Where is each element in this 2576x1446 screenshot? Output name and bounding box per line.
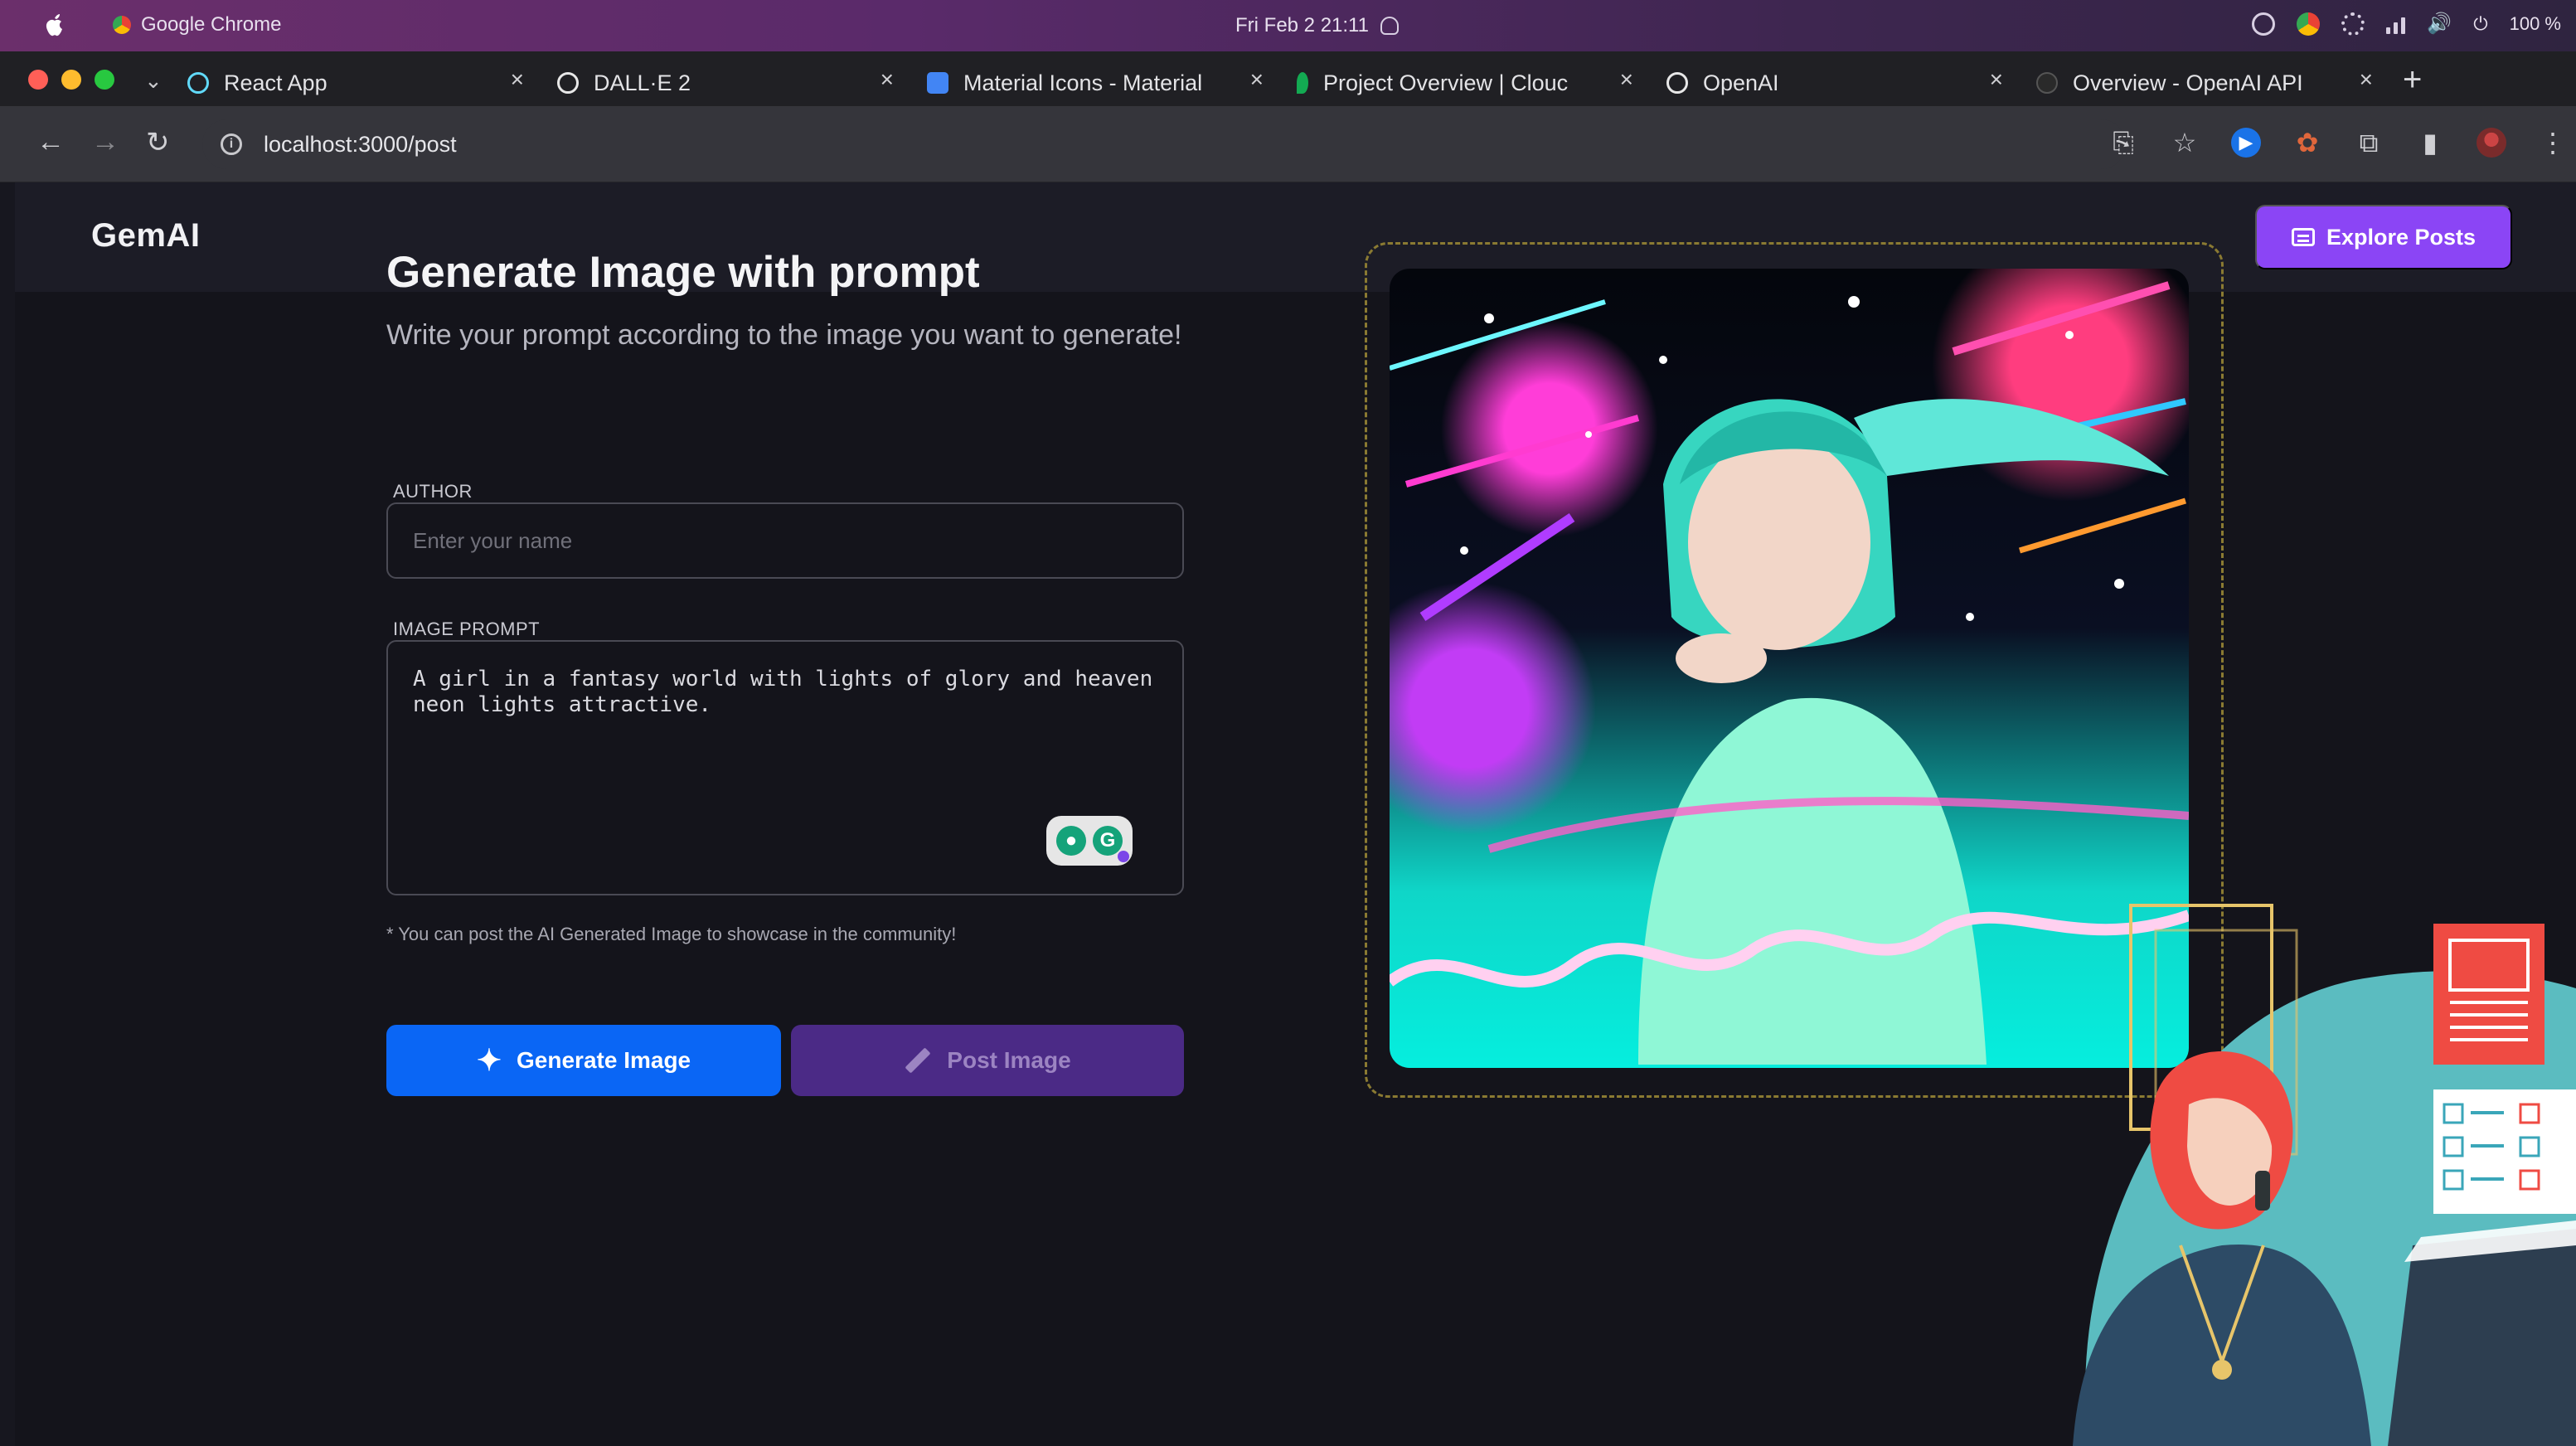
author-input[interactable]: [386, 502, 1184, 579]
app-logo[interactable]: GemAI: [91, 217, 200, 255]
tab-title: Overview - OpenAI API: [2073, 70, 2303, 95]
minimize-window-button[interactable]: [61, 70, 81, 90]
side-panel-icon[interactable]: ▮: [2415, 128, 2445, 158]
site-info-icon[interactable]: i: [221, 133, 242, 155]
apple-icon[interactable]: [43, 12, 66, 38]
tab-dalle[interactable]: DALL·E 2 ×: [557, 60, 905, 106]
screen: Google Chrome Fri Feb 2 21:11 🔊 ⏻ 100 % …: [0, 0, 2576, 1446]
profile-avatar[interactable]: [2477, 128, 2506, 158]
checklist-icon: [2433, 1089, 2576, 1214]
grammarly-widget[interactable]: ● G: [1046, 816, 1133, 866]
tab-title: DALL·E 2: [594, 70, 691, 95]
mongodb-favicon-icon: [1297, 72, 1308, 94]
menu-clock[interactable]: Fri Feb 2 21:11: [1235, 14, 1399, 37]
react-favicon-icon: [187, 72, 209, 94]
toolbar-actions: ⎘ ☆ ▶ ✿ ⧉ ▮ ⋮: [2108, 128, 2568, 158]
openai-favicon-icon: [557, 72, 579, 94]
tab-react-app[interactable]: React App ×: [187, 60, 536, 106]
explore-posts-button[interactable]: Explore Posts: [2255, 205, 2512, 269]
grammarly-status-dot: [1118, 851, 1129, 862]
screen-recorder-icon[interactable]: [2252, 12, 2276, 36]
tab-openai[interactable]: OpenAI ×: [1666, 60, 2015, 106]
openai-api-favicon-icon: [2036, 72, 2058, 94]
explore-posts-label: Explore Posts: [2326, 224, 2477, 250]
post-image-button[interactable]: Post Image: [791, 1025, 1184, 1096]
more-menu-icon[interactable]: ⋮: [2538, 128, 2568, 158]
active-app-name: Google Chrome: [141, 13, 282, 36]
chrome-icon: [113, 16, 131, 34]
extensions-puzzle-icon[interactable]: ⧉: [2354, 128, 2384, 158]
address-bar[interactable]: i localhost:3000/post: [202, 119, 2126, 169]
red-document-icon: [2433, 924, 2544, 1065]
volume-icon[interactable]: 🔊: [2427, 12, 2452, 36]
bookmark-star-icon[interactable]: ☆: [2170, 128, 2200, 158]
material-favicon-icon: [927, 72, 948, 94]
tab-project-overview[interactable]: Project Overview | Clouc ×: [1297, 60, 1645, 106]
maximize-window-button[interactable]: [95, 70, 114, 90]
forward-arrow-icon[interactable]: →: [91, 126, 119, 158]
browser-tab-strip: ⌄ React App × DALL·E 2 × Material Icons …: [0, 51, 2576, 106]
new-tab-button[interactable]: +: [2403, 61, 2422, 99]
active-app[interactable]: Google Chrome: [113, 13, 281, 36]
image-prompt-label: IMAGE PROMPT: [393, 619, 541, 639]
close-window-button[interactable]: [28, 70, 48, 90]
openai-favicon-icon: [1666, 72, 1688, 94]
tab-search-chevron-icon[interactable]: ⌄: [144, 68, 163, 94]
settings-gear-icon[interactable]: [2341, 12, 2365, 36]
page-title: Generate Image with prompt: [386, 248, 980, 297]
install-app-icon[interactable]: ⎘: [2108, 128, 2138, 158]
url-text[interactable]: localhost:3000/post: [264, 132, 457, 158]
post-image-label: Post Image: [947, 1047, 1071, 1073]
generate-image-label: Generate Image: [517, 1047, 691, 1073]
battery-status[interactable]: 100 %: [2510, 13, 2561, 35]
tab-title: OpenAI: [1703, 70, 1779, 95]
close-tab-icon[interactable]: ×: [880, 66, 894, 93]
tab-openai-api[interactable]: Overview - OpenAI API ×: [2036, 60, 2384, 106]
pencil-icon: [905, 1047, 931, 1074]
tab-title: Material Icons - Material: [963, 70, 1203, 95]
author-label: AUTHOR: [393, 481, 473, 502]
tab-title: Project Overview | Clouc: [1323, 70, 1569, 95]
community-note: * You can post the AI Generated Image to…: [386, 924, 957, 944]
system-tray: 🔊 ⏻ 100 %: [2252, 12, 2561, 36]
close-tab-icon[interactable]: ×: [2360, 66, 2373, 93]
close-tab-icon[interactable]: ×: [1620, 66, 1633, 93]
grammarly-assist-icon: ●: [1056, 826, 1086, 856]
extension-blue-icon[interactable]: ▶: [2231, 128, 2261, 158]
close-tab-icon[interactable]: ×: [511, 66, 524, 93]
wifi-icon[interactable]: [2386, 14, 2406, 34]
chrome-tray-icon[interactable]: [2297, 12, 2321, 36]
tab-title: React App: [224, 70, 327, 95]
page-subtitle: Write your prompt according to the image…: [386, 319, 1182, 351]
sparkle-icon: ✦: [476, 1043, 502, 1077]
notification-bell-icon: [1380, 17, 1399, 35]
browser-toolbar: ← → ↻ i localhost:3000/post ⎘ ☆ ▶ ✿ ⧉ ▮ …: [0, 106, 2576, 182]
extension-orange-icon[interactable]: ✿: [2292, 128, 2322, 158]
generate-image-button[interactable]: ✦ Generate Image: [386, 1025, 781, 1096]
tab-material-icons[interactable]: Material Icons - Material ×: [927, 60, 1275, 106]
power-icon[interactable]: ⏻: [2473, 13, 2487, 35]
decorative-illustration: [2073, 904, 2576, 1446]
reload-icon[interactable]: ↻: [146, 126, 170, 159]
gallery-icon: [2291, 228, 2315, 246]
close-tab-icon[interactable]: ×: [1250, 66, 1264, 93]
datetime-text: Fri Feb 2 21:11: [1235, 14, 1369, 36]
close-tab-icon[interactable]: ×: [1990, 66, 2003, 93]
window-controls: [28, 70, 114, 90]
macos-menu-bar: Google Chrome Fri Feb 2 21:11 🔊 ⏻ 100 %: [0, 0, 2576, 51]
back-arrow-icon[interactable]: ←: [36, 126, 65, 158]
grammarly-g-icon: G: [1093, 826, 1123, 856]
